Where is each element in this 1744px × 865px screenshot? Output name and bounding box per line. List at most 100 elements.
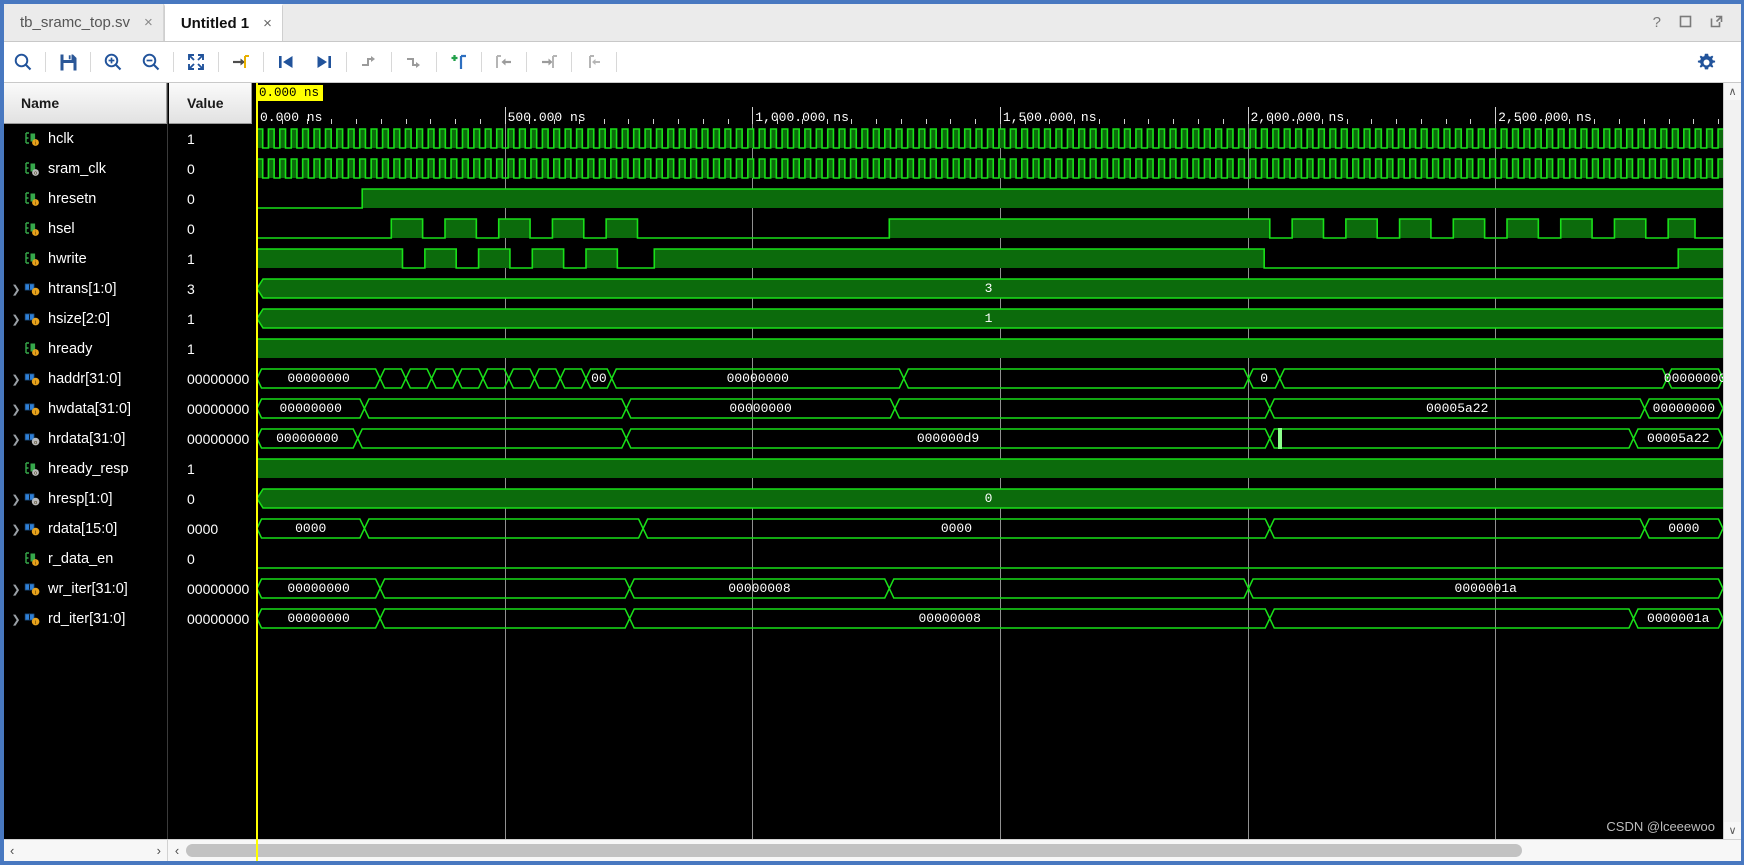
signal-row-r_data_en[interactable]: ❯ir_data_en <box>4 544 167 574</box>
signal-value-text: 00000000 <box>187 431 250 447</box>
bus-value-label: 000000d9 <box>916 431 980 446</box>
remove-marker-icon[interactable] <box>395 42 433 83</box>
signal-value-text: 1 <box>187 311 195 327</box>
toolbar-separator <box>45 52 46 72</box>
waveform-row[interactable] <box>254 244 1723 274</box>
name-pane-hscrollbar[interactable]: ‹ › <box>4 840 168 861</box>
signal-row-hclk[interactable]: ❯ihclk <box>4 124 167 154</box>
scroll-down-button[interactable]: ∨ <box>1724 822 1741 839</box>
search-icon[interactable] <box>4 42 42 83</box>
waveform-row[interactable] <box>254 364 1723 394</box>
expand-chevron-icon[interactable]: ❯ <box>8 493 24 506</box>
signal-row-rd_iter310[interactable]: ❯ i rd_iter[31:0] <box>4 604 167 634</box>
bit-signal-icon: o <box>24 161 41 177</box>
tab-untitled-1[interactable]: Untitled 1 × <box>163 4 283 41</box>
signal-row-hready_resp[interactable]: ❯ohready_resp <box>4 454 167 484</box>
bus-signal-icon: i <box>24 282 41 297</box>
zoom-fit-icon[interactable] <box>177 42 215 83</box>
last-transition-icon[interactable] <box>305 42 343 83</box>
expand-chevron-icon[interactable]: ❯ <box>8 433 24 446</box>
time-ruler[interactable]: 0.000 ns 500.000 ns 1,000.000 ns 1,500.000 … <box>254 106 1723 125</box>
goto-time-icon[interactable] <box>222 42 260 83</box>
waveform-traces[interactable]: 3 1 00000000 00 00000000 0 00000000 00000000 000… <box>254 124 1723 861</box>
waveform-row[interactable] <box>254 604 1723 634</box>
bus-value-label: 00 <box>591 371 607 386</box>
signal-name-label: htrans[1:0] <box>48 281 117 297</box>
tab-tb-sramc-top[interactable]: tb_sramc_top.sv × <box>4 4 164 41</box>
bus-value-label: 1 <box>984 311 993 326</box>
waveform-row[interactable] <box>254 514 1723 544</box>
time-cursor[interactable] <box>256 124 258 861</box>
expand-chevron-icon[interactable]: ❯ <box>8 313 24 326</box>
first-transition-icon[interactable] <box>267 42 305 83</box>
waveform-row[interactable] <box>254 394 1723 424</box>
add-divider-icon[interactable] <box>440 42 478 83</box>
signal-value-cell: 1 <box>169 334 252 364</box>
hscroll-left-arrow[interactable]: ‹ <box>10 843 14 858</box>
maximize-icon[interactable] <box>1679 15 1692 31</box>
signal-row-hready[interactable]: ❯ihready <box>4 334 167 364</box>
zoom-in-icon[interactable] <box>94 42 132 83</box>
waveform-row[interactable] <box>254 124 1723 154</box>
expand-chevron-icon[interactable]: ❯ <box>8 403 24 416</box>
signal-row-hrdata310[interactable]: ❯ o hrdata[31:0] <box>4 424 167 454</box>
wave-hscroll-left-arrow[interactable]: ‹ <box>168 843 186 858</box>
bus-value-label: 00000000 <box>1663 371 1723 386</box>
next-marker-icon[interactable] <box>530 42 568 83</box>
scroll-up-button[interactable]: ∧ <box>1724 83 1741 100</box>
waveform-row[interactable] <box>254 424 1723 454</box>
snap-to-transition-icon[interactable] <box>575 42 613 83</box>
signal-name-label: hsel <box>48 221 75 237</box>
expand-chevron-icon[interactable]: ❯ <box>8 613 24 626</box>
signal-name-label: hrdata[31:0] <box>48 431 126 447</box>
signal-value-cell: 1 <box>169 244 252 274</box>
add-marker-icon[interactable] <box>350 42 388 83</box>
signal-name-label: sram_clk <box>48 161 107 177</box>
toolbar-separator <box>391 52 392 72</box>
signal-row-hwdata310[interactable]: ❯ i hwdata[31:0] <box>4 394 167 424</box>
expand-chevron-icon[interactable]: ❯ <box>8 583 24 596</box>
waveform-row[interactable] <box>254 334 1723 364</box>
svg-text:i: i <box>35 200 36 206</box>
signal-name-label: hresetn <box>48 191 97 207</box>
signal-row-htrans10[interactable]: ❯ i htrans[1:0] <box>4 274 167 304</box>
signal-row-haddr310[interactable]: ❯ i haddr[31:0] <box>4 364 167 394</box>
wave-hscroll-track[interactable] <box>186 844 1739 857</box>
signal-value-text: 0 <box>187 551 195 567</box>
waveform-row[interactable] <box>254 214 1723 244</box>
zoom-out-icon[interactable] <box>132 42 170 83</box>
expand-chevron-icon[interactable]: ❯ <box>8 523 24 536</box>
tab-close-icon[interactable]: × <box>144 15 153 30</box>
expand-chevron-icon[interactable]: ❯ <box>8 283 24 296</box>
gear-icon[interactable] <box>1687 42 1725 83</box>
signal-row-hsize20[interactable]: ❯ i hsize[2:0] <box>4 304 167 334</box>
vertical-scrollbar[interactable]: ∧ ∨ <box>1723 83 1741 861</box>
previous-marker-icon[interactable] <box>485 42 523 83</box>
signal-row-hresetn[interactable]: ❯ihresetn <box>4 184 167 214</box>
signal-row-sram_clk[interactable]: ❯osram_clk <box>4 154 167 184</box>
save-icon[interactable] <box>49 42 87 83</box>
toolbar-separator <box>526 52 527 72</box>
bus-value-label: 00000008 <box>918 611 981 626</box>
signal-row-hwrite[interactable]: ❯ihwrite <box>4 244 167 274</box>
expand-chevron-icon[interactable]: ❯ <box>8 373 24 386</box>
help-icon[interactable]: ? <box>1653 15 1661 30</box>
tab-close-icon[interactable]: × <box>263 16 272 31</box>
signal-name-label: hready <box>48 341 93 357</box>
signal-row-hresp10[interactable]: ❯ o hresp[1:0] <box>4 484 167 514</box>
bus-signal-icon: o <box>24 432 41 447</box>
signal-name-label: rdata[15:0] <box>48 521 118 537</box>
signal-row-hsel[interactable]: ❯ihsel <box>4 214 167 244</box>
signal-row-wr_iter310[interactable]: ❯ i wr_iter[31:0] <box>4 574 167 604</box>
signal-row-rdata150[interactable]: ❯ i rdata[15:0] <box>4 514 167 544</box>
float-window-icon[interactable] <box>1710 15 1723 31</box>
waveform-row[interactable] <box>254 454 1723 484</box>
wave-hscroll-thumb[interactable] <box>186 844 1522 857</box>
bus-signal-icon: i <box>24 402 41 417</box>
waveform-row[interactable] <box>254 184 1723 214</box>
wave-pane-hscrollbar[interactable]: ‹ <box>168 840 1741 861</box>
waveform-row[interactable] <box>254 544 1723 574</box>
hscroll-right-arrow[interactable]: › <box>157 843 161 858</box>
waveform-canvas[interactable]: 0.000 ns 0.000 ns 500.000 ns 1,000.000 ns 1… <box>254 83 1723 861</box>
waveform-row[interactable] <box>254 154 1723 184</box>
